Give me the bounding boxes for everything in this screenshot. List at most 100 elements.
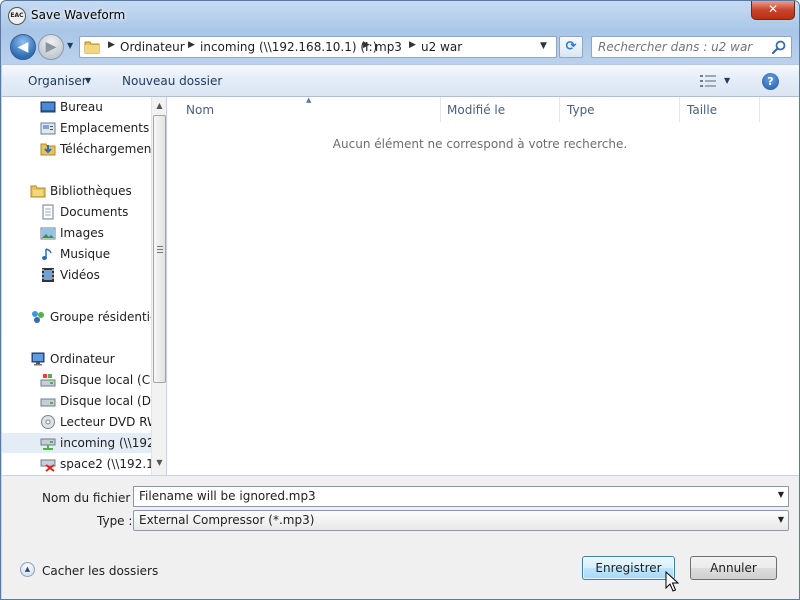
nav-item-label: Bureau [60,100,103,114]
refresh-button[interactable]: ⟳ [559,36,583,58]
filename-input[interactable] [139,489,759,503]
nav-item-space2[interactable]: space2 (\\192.168.10.1) [2,454,151,474]
downloads-icon [40,143,56,156]
local-disk-icon [40,398,56,407]
breadcrumb-incoming[interactable]: incoming (\\192.168.10.1) (I:) [200,40,377,54]
documents-icon [42,204,54,220]
file-type-dropdown-arrow[interactable]: ▼ [778,515,784,524]
nav-item-groupe-residentiel[interactable]: Groupe résidentiel [2,307,151,327]
navigation-pane: Bureau Emplacements récents Téléchargeme… [2,97,166,475]
mouse-cursor-icon [665,571,679,592]
address-bar[interactable]: ▶ Ordinateur ▶ incoming (\\192.168.10.1)… [79,36,557,58]
nav-item-label: space2 (\\192.168.10.1) [60,457,151,471]
nav-item-images[interactable]: Images [2,223,151,243]
column-header-name[interactable]: Nom [179,97,441,122]
breadcrumb-separator[interactable]: ▶ [108,40,115,50]
nav-item-label: Images [60,226,104,240]
close-button[interactable]: ✕ [751,1,795,20]
videos-icon [42,268,54,282]
help-icon[interactable]: ? [762,73,779,90]
file-type-label: Type : [97,514,133,528]
nav-item-label: Disque local (C:) [60,373,151,387]
filename-label: Nom du fichier : [42,491,139,505]
network-drive-icon [40,438,56,450]
app-icon: EAC [8,7,26,25]
nav-item-label: Vidéos [60,268,100,282]
forward-button[interactable]: ▶ [38,34,64,60]
cancel-button[interactable]: Annuler [690,556,777,580]
nav-item-incoming[interactable]: incoming (\\192.168.10.1) (I:) [2,433,151,453]
save-dialog-window: EAC Save Waveform ✕ ◀ ▶ ▼ ▶ Ordinateur ▶… [0,0,800,600]
nav-item-label: Groupe résidentiel [50,310,151,324]
new-folder-button[interactable]: Nouveau dossier [122,74,222,88]
nav-item-label: Bibliothèques [50,184,132,198]
nav-item-telechargements[interactable]: Téléchargements [2,139,151,159]
column-header-type[interactable]: Type [560,97,680,122]
nav-item-lecteur-dvd[interactable]: Lecteur DVD RW [2,412,151,432]
nav-item-label: incoming (\\192.168.10.1) (I:) [60,436,151,450]
scroll-up-arrow[interactable]: ▲ [152,97,166,114]
nav-item-label: Emplacements récents [60,121,151,135]
nav-item-label: Disque local (D:) [60,394,151,408]
hide-folders-button[interactable]: Cacher les dossiers [42,564,158,578]
nav-item-label: Lecteur DVD RW [60,415,151,429]
navigation-row: ◀ ▶ ▼ ▶ Ordinateur ▶ incoming (\\192.168… [1,31,799,63]
nav-item-emplacements-recents[interactable]: Emplacements récents [2,118,151,138]
recent-locations-dropdown[interactable]: ▼ [67,41,73,50]
filename-combobox[interactable]: ▼ [133,486,789,507]
file-list-pane: ▲ Nom Modifié le Type Taille Aucun éléme… [167,96,799,475]
libraries-icon [30,185,46,198]
scrollbar-grip [157,246,163,253]
navigation-scrollbar[interactable]: ▲ ▼ [151,97,166,475]
organize-button[interactable]: Organiser [28,74,87,88]
pictures-icon [40,227,56,240]
file-type-value: External Compressor (*.mp3) [139,513,315,527]
nav-item-label: Ordinateur [50,352,115,366]
search-icon[interactable] [771,39,787,55]
window-title: Save Waveform [31,8,126,22]
view-dropdown-arrow[interactable]: ▼ [724,76,730,85]
back-button[interactable]: ◀ [10,34,36,60]
folder-icon [84,41,100,54]
column-header-modified[interactable]: Modifié le [440,97,560,122]
breadcrumb-separator[interactable]: ▶ [409,40,416,50]
scrollbar-thumb[interactable] [153,115,166,383]
breadcrumb-mp3[interactable]: mp3 [375,40,402,54]
nav-item-videos[interactable]: Vidéos [2,265,151,285]
scroll-down-arrow[interactable]: ▼ [152,454,166,471]
recent-places-icon [40,122,56,135]
nav-item-bureau[interactable]: Bureau [2,97,151,117]
search-input[interactable] [598,40,768,54]
search-box[interactable] [591,36,792,58]
command-bar: Organiser ▼ Nouveau dossier ▼ ? [2,64,799,97]
filename-dropdown-arrow[interactable]: ▼ [778,490,784,499]
nav-item-ordinateur[interactable]: Ordinateur [2,349,151,369]
save-button[interactable]: Enregistrer [582,556,675,580]
nav-item-disque-local-d[interactable]: Disque local (D:) [2,391,151,411]
music-icon [42,248,52,260]
column-header-size[interactable]: Taille [680,97,760,122]
desktop-icon [40,101,56,113]
nav-item-documents[interactable]: Documents [2,202,151,222]
breadcrumb-separator[interactable]: ▶ [188,40,195,50]
file-type-select[interactable]: External Compressor (*.mp3) ▼ [133,510,789,531]
breadcrumb-u2-war[interactable]: u2 war [421,40,462,54]
nav-item-bibliotheques[interactable]: Bibliothèques [2,181,151,201]
computer-icon [31,352,45,366]
hide-folders-icon[interactable]: ▲ [20,562,35,577]
empty-list-message: Aucun élément ne correspond à votre rech… [332,137,628,151]
network-drive-disconnected-icon [40,459,56,472]
homegroup-icon [32,311,44,323]
dvd-drive-icon [41,415,55,429]
local-disk-icon [40,374,56,387]
view-options-icon[interactable] [700,75,716,87]
nav-item-label: Téléchargements [60,142,151,156]
organize-dropdown-arrow[interactable]: ▼ [85,76,91,85]
nav-item-musique[interactable]: Musique [2,244,151,264]
address-dropdown-arrow[interactable]: ▼ [540,41,547,51]
nav-item-disque-local-c[interactable]: Disque local (C:) [2,370,151,390]
save-options-area: Nom du fichier : ▼ Type : External Compr… [2,475,799,599]
nav-item-label: Documents [60,205,129,219]
breadcrumb-separator[interactable]: ▶ [363,40,370,50]
breadcrumb-ordinateur[interactable]: Ordinateur [120,40,185,54]
